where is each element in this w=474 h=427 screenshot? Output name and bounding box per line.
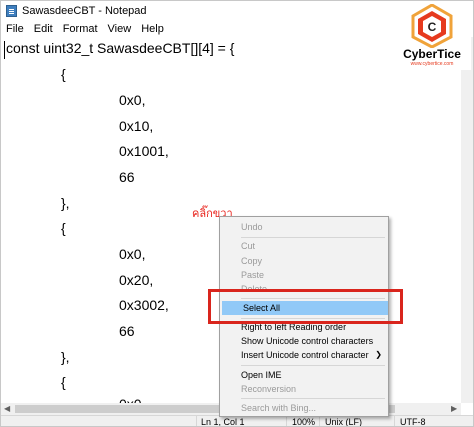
vertical-scrollbar[interactable] bbox=[461, 37, 473, 403]
notepad-app-icon bbox=[6, 4, 17, 17]
scroll-right-arrow-icon[interactable]: ▶ bbox=[451, 404, 457, 413]
menu-edit[interactable]: Edit bbox=[29, 23, 58, 35]
logo-url: www.cybertice.com bbox=[410, 61, 454, 67]
scroll-left-arrow-icon[interactable]: ◀ bbox=[4, 404, 10, 413]
window-title: SawasdeeCBT - Notepad bbox=[22, 4, 147, 17]
code-line: 66 bbox=[119, 323, 135, 339]
menu-item-reconversion[interactable]: Reconversion bbox=[220, 382, 388, 396]
menu-item-search-bing[interactable]: Search with Bing... bbox=[220, 401, 388, 415]
menu-format[interactable]: Format bbox=[58, 23, 103, 35]
code-line: }, bbox=[61, 349, 70, 365]
menu-separator bbox=[241, 237, 385, 238]
menu-item-insert-unicode[interactable]: Insert Unicode control character ❯ bbox=[220, 348, 388, 362]
zoom-level: 100% bbox=[292, 417, 316, 427]
status-divider bbox=[286, 416, 287, 426]
cybertice-hexagon-icon: C bbox=[411, 3, 453, 49]
select-all-highlight-box bbox=[208, 289, 403, 324]
code-line: 0x3002, bbox=[119, 297, 169, 313]
status-divider bbox=[196, 416, 197, 426]
code-line: 66 bbox=[119, 169, 135, 185]
menu-item-undo[interactable]: Undo bbox=[220, 220, 388, 234]
menu-item-copy[interactable]: Copy bbox=[220, 254, 388, 268]
text-caret bbox=[4, 41, 5, 59]
status-divider bbox=[394, 416, 395, 426]
submenu-arrow-icon: ❯ bbox=[375, 350, 382, 359]
cursor-position: Ln 1, Col 1 bbox=[201, 417, 245, 427]
code-line: 0x1001, bbox=[119, 143, 169, 159]
menu-item-show-unicode[interactable]: Show Unicode control characters bbox=[220, 334, 388, 348]
code-line: 0x0 bbox=[119, 396, 142, 403]
code-line: 0x10, bbox=[119, 118, 154, 134]
code-line: { bbox=[61, 220, 66, 236]
menu-help[interactable]: Help bbox=[136, 23, 169, 35]
code-line: }, bbox=[61, 195, 70, 211]
code-line: 0x0, bbox=[119, 246, 146, 262]
menu-item-cut[interactable]: Cut bbox=[220, 239, 388, 253]
cybertice-logo: C CyberTice www.cybertice.com bbox=[393, 3, 471, 70]
code-line: 0x0, bbox=[119, 92, 146, 108]
status-divider bbox=[319, 416, 320, 426]
code-line: { bbox=[61, 66, 66, 82]
menu-view[interactable]: View bbox=[103, 23, 137, 35]
logo-brand-name: CyberTice bbox=[403, 47, 461, 61]
code-line: 0x20, bbox=[119, 272, 154, 288]
code-line: { bbox=[61, 374, 66, 390]
menu-file[interactable]: File bbox=[1, 23, 29, 35]
encoding: UTF-8 bbox=[400, 417, 426, 427]
menu-item-open-ime[interactable]: Open IME bbox=[220, 368, 388, 382]
code-line: const uint32_t SawasdeeCBT[][4] = { bbox=[6, 40, 235, 56]
menu-item-paste[interactable]: Paste bbox=[220, 268, 388, 282]
line-ending: Unix (LF) bbox=[325, 417, 363, 427]
svg-text:C: C bbox=[428, 20, 437, 34]
menu-separator bbox=[241, 398, 385, 399]
menu-item-insert-unicode-label: Insert Unicode control character bbox=[241, 350, 369, 360]
menu-separator bbox=[241, 365, 385, 366]
